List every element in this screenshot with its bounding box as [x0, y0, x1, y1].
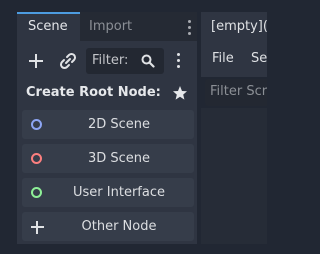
menu-search[interactable]: Se: [251, 41, 267, 77]
instance-scene-button[interactable]: [57, 50, 79, 72]
script-menu-bar: File Se: [201, 41, 267, 77]
menu-file[interactable]: File: [212, 41, 234, 77]
tab-import[interactable]: Import: [80, 12, 160, 41]
add-node-button[interactable]: [25, 50, 47, 72]
script-list-panel: [201, 108, 267, 244]
editor-tab-bar: [empty](: [201, 12, 267, 41]
filter-nodes-input[interactable]: Filter:: [86, 48, 164, 74]
filter-label: Filter:: [92, 53, 129, 68]
search-icon: [141, 54, 155, 68]
godot-editor-window: Scene Import Filter: Create Root Node: 2…: [0, 0, 267, 254]
star-icon[interactable]: [172, 85, 188, 101]
scene-dock: Scene Import Filter: Create Root Node: 2…: [17, 12, 197, 244]
filter-scripts-input[interactable]: Filter Scr: [205, 79, 267, 106]
root-node-label: 2D Scene: [87, 117, 151, 132]
root-node-label: User Interface: [73, 185, 165, 200]
root-node-label: 3D Scene: [87, 151, 151, 166]
editor-tab-empty[interactable]: [empty](: [201, 12, 267, 41]
root-node-other-node-button[interactable]: Other Node: [22, 212, 194, 241]
root-node-2d-scene-button[interactable]: 2D Scene: [22, 110, 194, 139]
root-node-label: Other Node: [81, 219, 157, 234]
root-node-user-interface-button[interactable]: User Interface: [22, 178, 194, 207]
tab-options-icon[interactable]: [185, 17, 195, 37]
root-node-3d-scene-button[interactable]: 3D Scene: [22, 144, 194, 173]
scene-toolbar: Filter:: [17, 41, 197, 79]
dock-tab-bar: Scene Import: [17, 12, 197, 41]
filter-scripts-placeholder: Filter Scr: [210, 84, 267, 99]
tab-scene[interactable]: Scene: [17, 12, 80, 41]
create-root-node-title: Create Root Node:: [26, 85, 161, 100]
link-icon: [59, 52, 77, 70]
scene-options-menu-button[interactable]: [173, 50, 183, 72]
